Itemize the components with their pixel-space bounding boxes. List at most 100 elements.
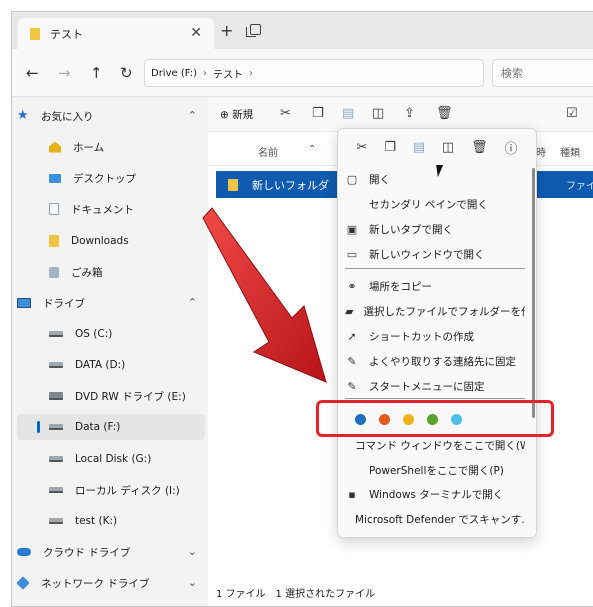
new-tab-button[interactable]: + xyxy=(220,21,233,40)
menu-item[interactable]: ▭ 新しいウィンドウで開く xyxy=(345,242,525,266)
copy-icon[interactable]: ❐ xyxy=(312,106,324,121)
column-name[interactable]: 名前 xyxy=(258,144,278,159)
dvd-drive-icon xyxy=(49,392,63,400)
tab-test[interactable]: テスト ✕ xyxy=(18,18,214,49)
star-icon: ★ xyxy=(17,108,29,123)
delete-icon[interactable]: 🗑 xyxy=(436,106,453,121)
sidebar-item-cloud-drives[interactable]: クラウド ドライブ ⌄ xyxy=(17,539,205,565)
column-type[interactable]: 種類 xyxy=(560,144,580,159)
share-icon[interactable]: ⇪ xyxy=(404,106,415,121)
sidebar-item-desktop[interactable]: デスクトップ xyxy=(17,165,205,191)
chevron-up-icon[interactable]: ⌃ xyxy=(188,296,197,309)
selected-count: 1 選択されたファイル xyxy=(275,588,376,600)
cut-icon[interactable]: ✂ xyxy=(356,140,367,155)
menu-item-label: 開く xyxy=(369,173,390,186)
breadcrumb-separator: › xyxy=(249,67,253,79)
new-button[interactable]: ⊕ 新規 xyxy=(220,107,253,122)
chevron-up-icon[interactable]: ⌃ xyxy=(188,109,197,122)
open-icon: ▢ xyxy=(346,172,358,186)
sidebar: ★ お気に入り ⌃ ホーム デスクトップ ドキュメント Downloads ごみ… xyxy=(12,98,208,606)
chevron-down-icon[interactable]: ⌄ xyxy=(188,576,197,589)
sidebar-item-label: クラウド ドライブ xyxy=(43,546,131,559)
folder-add-icon: ▰ xyxy=(345,304,354,318)
column-date[interactable]: 時 xyxy=(536,144,546,159)
sidebar-item-data-f[interactable]: Data (F:) xyxy=(17,414,205,440)
duplicate-tab-icon[interactable] xyxy=(246,24,261,37)
item-count: 1 ファイル xyxy=(216,588,266,600)
menu-item[interactable]: ▢ 開く xyxy=(345,167,525,191)
info-icon[interactable]: ⓘ xyxy=(504,138,517,157)
paste-icon[interactable]: ▤ xyxy=(342,106,354,121)
search-input[interactable]: 検索 xyxy=(492,59,593,87)
plus-circle-icon: ⊕ xyxy=(220,109,229,121)
delete-icon[interactable]: 🗑 xyxy=(471,140,488,155)
sidebar-item-label: test (K:) xyxy=(75,515,118,527)
sidebar-item-recycle-bin[interactable]: ごみ箱 xyxy=(17,259,205,285)
sidebar-item-local-i[interactable]: ローカル ディスク (I:) xyxy=(17,477,205,503)
up-button[interactable]: ↑ xyxy=(90,64,103,82)
menu-item[interactable]: ▪ Windows ターミナルで開く xyxy=(345,482,525,506)
menu-item-label: 選択したファイルでフォルダーを作成 xyxy=(363,305,525,318)
menu-item[interactable]: ✎ スタートメニューに固定 xyxy=(345,374,525,398)
breadcrumb-drive[interactable]: Drive (F:) xyxy=(151,68,197,79)
menu-item[interactable]: ✎ よくやり取りする連絡先に固定 xyxy=(345,349,525,373)
rename-icon[interactable]: ◫ xyxy=(442,140,454,155)
menu-item[interactable]: ➚ ショートカットの作成 xyxy=(345,324,525,348)
sidebar-item-label: DATA (D:) xyxy=(75,359,126,371)
menu-item-label: スタートメニューに固定 xyxy=(369,380,485,393)
forward-button[interactable]: → xyxy=(58,64,71,82)
desktop-icon xyxy=(49,173,61,183)
recycle-bin-icon xyxy=(49,266,59,278)
breadcrumb-folder[interactable]: テスト xyxy=(213,66,243,81)
copy-icon[interactable]: ❐ xyxy=(384,140,396,155)
file-type: ファイル xyxy=(566,181,593,192)
document-icon xyxy=(49,203,59,215)
close-icon[interactable]: ✕ xyxy=(190,25,202,41)
sidebar-item-label: DVD RW ドライブ (E:) xyxy=(75,390,186,403)
select-all-icon[interactable]: ☑ xyxy=(566,106,578,121)
sidebar-item-test-k[interactable]: test (K:) xyxy=(17,508,205,534)
file-name: 新しいフォルダ xyxy=(252,178,329,192)
context-menu-quick-actions: ✂ ❐ ▤ ◫ 🗑 ⓘ xyxy=(338,129,536,165)
sidebar-item-local-g[interactable]: Local Disk (G:) xyxy=(17,446,205,472)
menu-item[interactable]: ▣ 新しいタブで開く xyxy=(345,217,525,241)
terminal-icon: ▪ xyxy=(348,487,356,501)
paste-icon[interactable]: ▤ xyxy=(413,140,425,155)
drive-icon xyxy=(49,331,63,337)
chevron-down-icon[interactable]: ⌄ xyxy=(188,545,197,558)
sidebar-item-label: Data (F:) xyxy=(75,421,121,433)
sort-up-icon[interactable]: ⌃ xyxy=(308,144,316,155)
sidebar-item-favorites[interactable]: ★ お気に入り ⌃ xyxy=(17,103,205,129)
sidebar-item-label: ドキュメント xyxy=(71,203,134,216)
sidebar-item-label: Downloads xyxy=(71,235,129,247)
menu-item[interactable]: Microsoft Defender でスキャンす... xyxy=(345,507,525,531)
menu-item[interactable]: セカンダリ ペインで開く xyxy=(345,192,525,216)
menu-item[interactable]: PowerShellをここで開く(P) xyxy=(345,458,525,482)
menu-item-label: Microsoft Defender でスキャンす... xyxy=(355,513,525,526)
sidebar-item-drives[interactable]: ドライブ ⌃ xyxy=(17,290,205,316)
menu-item-label: PowerShellをここで開く(P) xyxy=(369,464,504,477)
sidebar-item-label: お気に入り xyxy=(41,110,94,123)
status-bar: 1 ファイル 1 選択されたファイル xyxy=(208,578,593,606)
link-icon: ⚭ xyxy=(347,279,357,293)
sidebar-item-downloads[interactable]: Downloads xyxy=(17,228,205,254)
refresh-button[interactable]: ↻ xyxy=(120,64,133,82)
sidebar-item-dvd-e[interactable]: DVD RW ドライブ (E:) xyxy=(17,383,205,409)
sidebar-item-network-drives[interactable]: ネットワーク ドライブ ⌄ xyxy=(16,570,205,596)
context-menu-scrollbar[interactable] xyxy=(532,168,535,418)
menu-separator xyxy=(345,268,525,269)
menu-item[interactable]: ⚭ 場所をコピー xyxy=(345,274,525,298)
sidebar-item-os-c[interactable]: OS (C:) xyxy=(17,321,205,347)
sidebar-item-home[interactable]: ホーム xyxy=(17,134,205,160)
rename-icon[interactable]: ◫ xyxy=(372,106,384,121)
back-button[interactable]: ← xyxy=(26,64,39,82)
new-window-icon: ▭ xyxy=(346,247,358,261)
address-bar[interactable]: Drive (F:) › テスト › xyxy=(144,59,484,87)
sidebar-item-data-d[interactable]: DATA (D:) xyxy=(17,352,205,378)
sidebar-item-label: ネットワーク ドライブ xyxy=(41,577,150,590)
menu-item[interactable]: ▰ 選択したファイルでフォルダーを作成 xyxy=(345,299,525,323)
menu-item-label: 新しいウィンドウで開く xyxy=(369,248,485,261)
cut-icon[interactable]: ✂ xyxy=(280,106,291,121)
folder-icon xyxy=(228,178,238,191)
sidebar-item-documents[interactable]: ドキュメント xyxy=(17,196,205,222)
